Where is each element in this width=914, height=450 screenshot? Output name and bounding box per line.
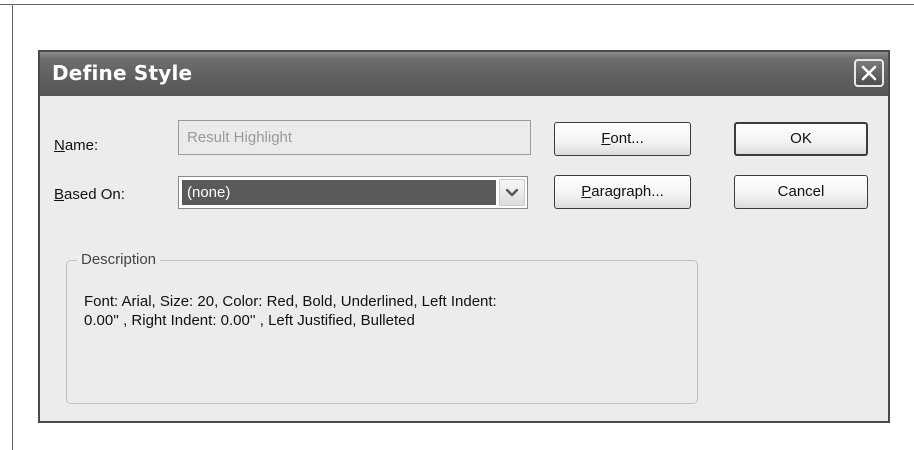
name-input[interactable]: Result Highlight [178,120,531,155]
name-label-accelerator: N [54,137,65,154]
based-on-label-accelerator: B [54,186,65,203]
name-label: Name: [54,137,98,154]
title-bar[interactable]: Define Style [40,52,888,96]
paragraph-button[interactable]: Paragraph... [554,175,691,209]
name-label-text: ame: [64,137,99,154]
ok-button[interactable]: OK [734,122,868,156]
description-line-2: 0.00'' , Right Indent: 0.00'' , Left Jus… [84,312,415,329]
font-button[interactable]: Font... [554,122,691,156]
based-on-select[interactable]: (none) [178,176,528,209]
define-style-dialog: Define Style Name: Result Highlight Base… [38,50,890,423]
description-text: Font: Arial, Size: 20, Color: Red, Bold,… [84,292,674,330]
page-frame-top [0,4,914,5]
page-frame-left [12,4,13,450]
close-button[interactable] [854,59,884,87]
close-icon [861,65,877,81]
dialog-title: Define Style [52,61,193,85]
based-on-label-text: ased On: [64,186,125,203]
based-on-dropdown-button[interactable] [499,179,525,206]
based-on-label: Based On: [54,186,125,203]
cancel-button[interactable]: Cancel [734,175,868,209]
paragraph-button-label: aragraph... [591,183,664,200]
description-group: Description Font: Arial, Size: 20, Color… [66,251,698,404]
description-line-1: Font: Arial, Size: 20, Color: Red, Bold,… [84,293,497,310]
description-legend: Description [77,251,161,268]
chevron-down-icon [506,188,518,196]
paragraph-button-accelerator: P [581,183,592,200]
based-on-selected-value: (none) [182,180,496,205]
font-button-label: ont... [610,130,644,147]
